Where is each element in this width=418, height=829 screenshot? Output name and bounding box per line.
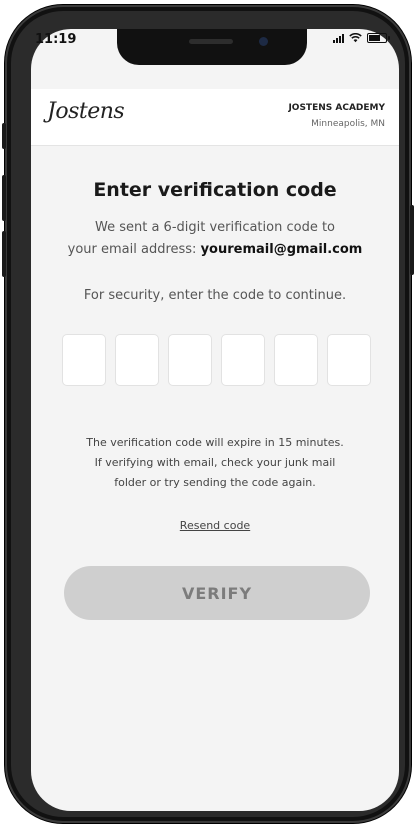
silent-switch <box>2 123 6 149</box>
security-text: For security, enter the code to continue… <box>83 288 347 303</box>
phone-frame: 11:19 Jostens JOSTENS ACADEMY Minneapoli… <box>2 5 414 823</box>
code-digit-4-input[interactable] <box>221 334 265 386</box>
expiry-notice-line-1: The verification code will expire in 15 … <box>86 436 344 449</box>
expiry-notice-line-2: If verifying with email, check your junk… <box>94 456 336 469</box>
page-title: Enter verification code <box>93 179 337 201</box>
volume-down-button <box>2 231 6 277</box>
volume-up-button <box>2 175 6 221</box>
sent-line-2: your email address: youremail@gmail.com <box>31 242 399 257</box>
app-header: Jostens JOSTENS ACADEMY Minneapolis, MN <box>31 89 399 146</box>
email-address: youremail@gmail.com <box>200 242 363 257</box>
code-digit-2-input[interactable] <box>115 334 159 386</box>
resend-code-link[interactable]: Resend code <box>31 519 399 532</box>
school-name: JOSTENS ACADEMY <box>288 103 385 113</box>
sent-line-1: We sent a 6-digit verification code to <box>95 220 335 235</box>
app-view: Jostens JOSTENS ACADEMY Minneapolis, MN … <box>31 29 399 811</box>
sent-line-2-prefix: your email address: <box>67 242 201 257</box>
code-digit-3-input[interactable] <box>168 334 212 386</box>
power-button <box>410 205 414 275</box>
verify-button[interactable]: VERIFY <box>64 566 370 620</box>
school-location: Minneapolis, MN <box>311 119 385 129</box>
jostens-logo[interactable]: Jostens <box>47 99 125 124</box>
code-digit-1-input[interactable] <box>62 334 106 386</box>
expiry-notice-line-3: folder or try sending the code again. <box>114 476 316 489</box>
code-input-group <box>62 334 371 386</box>
code-digit-5-input[interactable] <box>274 334 318 386</box>
code-digit-6-input[interactable] <box>327 334 371 386</box>
